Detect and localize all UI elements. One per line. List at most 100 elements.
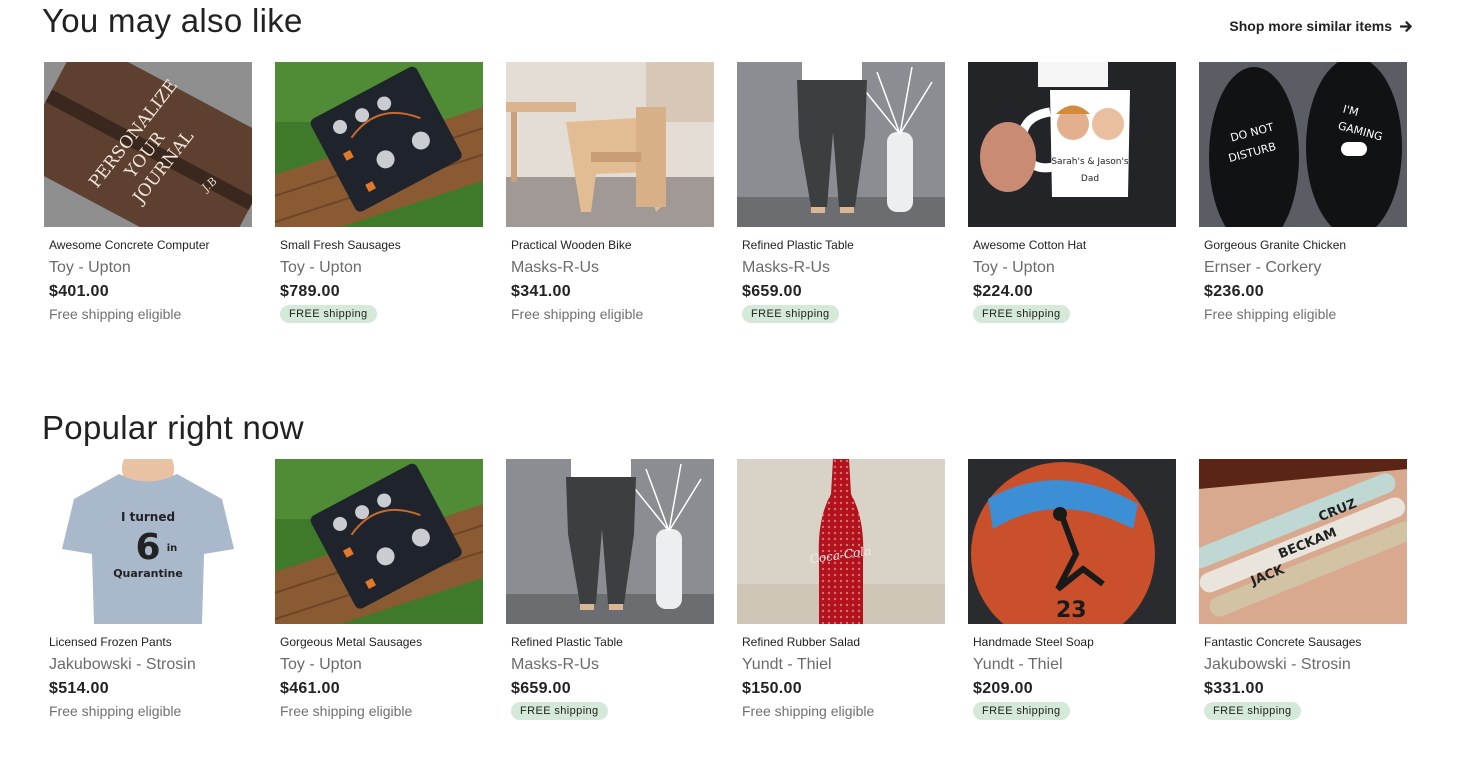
shop-more-label: Shop more similar items — [1229, 18, 1392, 34]
product-info: Refined Plastic Table Masks-R-Us $659.00… — [511, 634, 711, 720]
product-image[interactable]: PERSONALIZE YOUR JOURNAL J.B — [44, 62, 252, 227]
shop-name[interactable]: Masks-R-Us — [511, 258, 711, 278]
product-image[interactable] — [275, 459, 483, 624]
free-shipping-badge: FREE shipping — [973, 305, 1070, 323]
shop-name[interactable]: Jakubowski - Strosin — [49, 655, 249, 675]
product-image[interactable]: DO NOT DISTURB I'M GAMING — [1199, 62, 1407, 227]
product-image[interactable] — [506, 459, 714, 624]
product-name[interactable]: Practical Wooden Bike — [511, 237, 711, 253]
product-name[interactable]: Handmade Steel Soap — [973, 634, 1173, 650]
arrow-right-icon — [1400, 20, 1412, 32]
product-card[interactable]: Coca-Cola Refined Rubber Salad Yundt - T… — [737, 459, 945, 724]
product-image[interactable]: 23 — [968, 459, 1176, 624]
section-title: You may also like — [42, 2, 303, 39]
product-info: Refined Rubber Salad Yundt - Thiel $150.… — [742, 634, 942, 720]
product-name[interactable]: Awesome Concrete Computer — [49, 237, 249, 253]
product-info: Small Fresh Sausages Toy - Upton $789.00… — [280, 237, 480, 323]
product-card[interactable]: I turned 6 in Quarantine Licensed Frozen… — [44, 459, 252, 724]
product-image[interactable]: Sarah's & Jason's Dad — [968, 62, 1176, 227]
product-info: Refined Plastic Table Masks-R-Us $659.00… — [742, 237, 942, 323]
free-shipping-badge: FREE shipping — [511, 702, 608, 720]
product-image[interactable]: Coca-Cola — [737, 459, 945, 624]
product-image-gaming-socks: DO NOT DISTURB I'M GAMING — [1199, 62, 1407, 227]
product-name[interactable]: Refined Rubber Salad — [742, 634, 942, 650]
svg-text:I turned: I turned — [121, 510, 175, 524]
product-name[interactable]: Fantastic Concrete Sausages — [1204, 634, 1404, 650]
product-price: $150.00 — [742, 680, 802, 697]
product-image[interactable]: I turned 6 in Quarantine — [44, 459, 252, 624]
product-card[interactable]: Practical Wooden Bike Masks-R-Us $341.00… — [506, 62, 714, 327]
product-card[interactable]: CRUZ BECKAM JACK Fantastic Concrete Saus… — [1199, 459, 1407, 724]
shop-name[interactable]: Toy - Upton — [973, 258, 1173, 278]
product-price: $514.00 — [49, 680, 109, 697]
product-price: $341.00 — [511, 283, 571, 300]
shop-name[interactable]: Masks-R-Us — [742, 258, 942, 278]
product-image-rhinestone-bottle: Coca-Cola — [737, 459, 945, 624]
product-name[interactable]: Licensed Frozen Pants — [49, 634, 249, 650]
product-image-painted-basketball: 23 — [968, 459, 1176, 624]
product-name[interactable]: Refined Plastic Table — [742, 237, 942, 253]
shop-name[interactable]: Jakubowski - Strosin — [1204, 655, 1404, 675]
product-price: $209.00 — [973, 680, 1033, 697]
shipping-note: Free shipping eligible — [49, 306, 182, 322]
product-info: Practical Wooden Bike Masks-R-Us $341.00… — [511, 237, 711, 323]
product-card[interactable]: Refined Plastic Table Masks-R-Us $659.00… — [737, 62, 945, 327]
free-shipping-badge: FREE shipping — [742, 305, 839, 323]
svg-text:Sarah's & Jason's: Sarah's & Jason's — [1051, 157, 1129, 167]
shop-name[interactable]: Toy - Upton — [280, 258, 480, 278]
product-image[interactable]: CRUZ BECKAM JACK — [1199, 459, 1407, 624]
product-image-electronics-board — [275, 62, 483, 227]
product-info: Awesome Concrete Computer Toy - Upton $4… — [49, 237, 249, 323]
product-image-pants-vase — [737, 62, 945, 227]
product-card[interactable]: Small Fresh Sausages Toy - Upton $789.00… — [275, 62, 483, 327]
product-name[interactable]: Small Fresh Sausages — [280, 237, 480, 253]
free-shipping-badge: FREE shipping — [1204, 702, 1301, 720]
product-image[interactable] — [737, 62, 945, 227]
product-price: $789.00 — [280, 283, 340, 300]
product-card[interactable]: 23 Handmade Steel Soap Yundt - Thiel $20… — [968, 459, 1176, 724]
shipping-note: Free shipping eligible — [1204, 306, 1337, 322]
shop-name[interactable]: Ernser - Corkery — [1204, 258, 1404, 278]
product-image-photo-mug: Sarah's & Jason's Dad — [968, 62, 1176, 227]
shop-name[interactable]: Toy - Upton — [49, 258, 249, 278]
free-shipping-badge: FREE shipping — [280, 305, 377, 323]
product-card[interactable]: Sarah's & Jason's Dad Awesome Cotton Hat… — [968, 62, 1176, 327]
svg-text:Quarantine: Quarantine — [113, 567, 183, 580]
shop-more-similar-link[interactable]: Shop more similar items — [1229, 18, 1413, 34]
recommendations-page: You may also like Shop more similar item… — [0, 0, 1459, 766]
product-image-pants-vase — [506, 459, 714, 624]
product-price: $236.00 — [1204, 283, 1264, 300]
shop-name[interactable]: Yundt - Thiel — [973, 655, 1173, 675]
product-price: $659.00 — [511, 680, 571, 697]
product-name[interactable]: Awesome Cotton Hat — [973, 237, 1173, 253]
svg-text:Dad: Dad — [1081, 174, 1099, 184]
product-name[interactable]: Gorgeous Metal Sausages — [280, 634, 480, 650]
svg-text:in: in — [167, 543, 178, 554]
product-card[interactable]: Refined Plastic Table Masks-R-Us $659.00… — [506, 459, 714, 724]
product-info: Licensed Frozen Pants Jakubowski - Stros… — [49, 634, 249, 720]
product-price: $461.00 — [280, 680, 340, 697]
section-title: Popular right now — [42, 409, 304, 446]
product-name[interactable]: Gorgeous Granite Chicken — [1204, 237, 1404, 253]
product-image-electronics-board — [275, 459, 483, 624]
shop-name[interactable]: Yundt - Thiel — [742, 655, 942, 675]
product-price: $659.00 — [742, 283, 802, 300]
shop-name[interactable]: Toy - Upton — [280, 655, 480, 675]
shipping-note: Free shipping eligible — [511, 306, 644, 322]
product-image[interactable] — [506, 62, 714, 227]
shipping-note: Free shipping eligible — [742, 703, 875, 719]
product-info: Gorgeous Metal Sausages Toy - Upton $461… — [280, 634, 480, 720]
product-image-name-bracelets: CRUZ BECKAM JACK — [1199, 459, 1407, 624]
product-image[interactable] — [275, 62, 483, 227]
shipping-note: Free shipping eligible — [49, 703, 182, 719]
product-image-wooden-chair — [506, 62, 714, 227]
product-card[interactable]: DO NOT DISTURB I'M GAMING Gorgeous Grani… — [1199, 62, 1407, 327]
product-price: $331.00 — [1204, 680, 1264, 697]
shop-name[interactable]: Masks-R-Us — [511, 655, 711, 675]
product-name[interactable]: Refined Plastic Table — [511, 634, 711, 650]
product-card[interactable]: Gorgeous Metal Sausages Toy - Upton $461… — [275, 459, 483, 724]
shipping-note: Free shipping eligible — [280, 703, 413, 719]
product-card[interactable]: PERSONALIZE YOUR JOURNAL J.B Awesome Con… — [44, 62, 252, 327]
product-image-kids-tshirt: I turned 6 in Quarantine — [44, 459, 252, 624]
product-info: Gorgeous Granite Chicken Ernser - Corker… — [1204, 237, 1404, 323]
